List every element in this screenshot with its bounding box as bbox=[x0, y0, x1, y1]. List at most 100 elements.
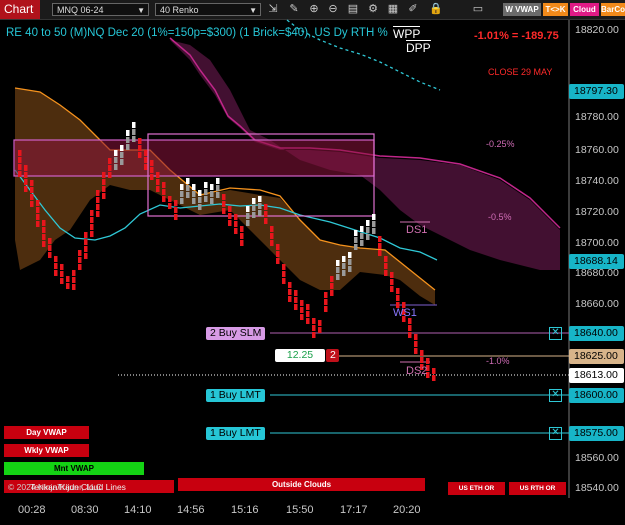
renko-brick bbox=[366, 234, 370, 240]
renko-brick bbox=[318, 320, 322, 326]
renko-brick bbox=[360, 226, 364, 232]
renko-brick bbox=[378, 243, 382, 249]
buy-slm-order[interactable]: 2 Buy SLM bbox=[206, 327, 266, 340]
renko-brick bbox=[96, 190, 100, 196]
renko-brick bbox=[42, 227, 46, 233]
position-qty[interactable]: 2 bbox=[326, 349, 339, 362]
mnt-vwap-button[interactable]: Mnt VWAP bbox=[4, 462, 144, 475]
buy-lmt-order-2[interactable]: 1 Buy LMT bbox=[206, 427, 265, 440]
renko-brick bbox=[102, 186, 106, 192]
renko-brick bbox=[90, 217, 94, 223]
renko-brick bbox=[342, 256, 346, 262]
renko-brick bbox=[42, 241, 46, 247]
percent-change: -1.01% = -189.75 bbox=[474, 30, 559, 42]
renko-brick bbox=[138, 145, 142, 151]
y-tick-label: 18760.00 bbox=[575, 144, 619, 156]
close-icon[interactable]: ✕ bbox=[549, 327, 562, 340]
renko-brick bbox=[222, 201, 226, 207]
renko-brick bbox=[354, 230, 358, 236]
renko-brick bbox=[60, 271, 64, 277]
renko-brick bbox=[78, 250, 82, 256]
renko-brick bbox=[372, 214, 376, 220]
renko-brick bbox=[312, 325, 316, 331]
renko-brick bbox=[258, 210, 262, 216]
dpp-label: DPP bbox=[406, 40, 431, 55]
y-tick-label: 18740.00 bbox=[575, 175, 619, 187]
renko-brick bbox=[132, 122, 136, 128]
renko-brick bbox=[60, 264, 64, 270]
renko-brick bbox=[138, 152, 142, 158]
buy-lmt-order-1[interactable]: 1 Buy LMT bbox=[206, 389, 265, 402]
renko-brick bbox=[360, 240, 364, 246]
renko-brick bbox=[108, 165, 112, 171]
x-tick-label: 20:20 bbox=[393, 504, 421, 516]
renko-brick bbox=[264, 218, 268, 224]
renko-brick bbox=[102, 179, 106, 185]
renko-brick bbox=[384, 270, 388, 276]
renko-brick bbox=[252, 212, 256, 218]
y-tick-label: 18720.00 bbox=[575, 206, 619, 218]
renko-brick bbox=[372, 221, 376, 227]
renko-brick bbox=[192, 198, 196, 204]
renko-brick bbox=[276, 258, 280, 264]
x-tick-label: 14:56 bbox=[177, 504, 205, 516]
renko-brick bbox=[282, 271, 286, 277]
renko-brick bbox=[210, 184, 214, 190]
renko-brick bbox=[90, 224, 94, 230]
close-icon[interactable]: ✕ bbox=[549, 389, 562, 402]
renko-brick bbox=[24, 179, 28, 185]
renko-brick bbox=[120, 152, 124, 158]
renko-brick bbox=[246, 220, 250, 226]
renko-brick bbox=[84, 239, 88, 245]
renko-brick bbox=[234, 221, 238, 227]
renko-brick bbox=[54, 256, 58, 262]
us-eth-or-button[interactable]: US ETH OR bbox=[448, 482, 505, 495]
price-chart[interactable] bbox=[0, 0, 625, 525]
renko-brick bbox=[96, 204, 100, 210]
renko-brick bbox=[150, 174, 154, 180]
renko-brick bbox=[198, 204, 202, 210]
renko-brick bbox=[132, 129, 136, 135]
renko-brick bbox=[24, 172, 28, 178]
renko-brick bbox=[312, 318, 316, 324]
renko-brick bbox=[300, 307, 304, 313]
renko-brick bbox=[330, 276, 334, 282]
renko-brick bbox=[192, 191, 196, 197]
renko-brick bbox=[198, 190, 202, 196]
renko-brick bbox=[378, 236, 382, 242]
day-vwap-button[interactable]: Day VWAP bbox=[4, 426, 89, 439]
position-price[interactable]: 12.25 bbox=[275, 349, 325, 362]
renko-brick bbox=[252, 205, 256, 211]
close-icon[interactable]: ✕ bbox=[549, 427, 562, 440]
renko-brick bbox=[174, 207, 178, 213]
price-tag-18575: 18575.00 bbox=[569, 426, 624, 441]
level-label-0.25: -0.25% bbox=[486, 139, 515, 149]
renko-brick bbox=[192, 184, 196, 190]
renko-brick bbox=[252, 198, 256, 204]
renko-brick bbox=[294, 304, 298, 310]
renko-brick bbox=[390, 279, 394, 285]
renko-brick bbox=[162, 182, 166, 188]
y-tick-label: 18780.00 bbox=[575, 111, 619, 123]
renko-brick bbox=[126, 144, 130, 150]
renko-brick bbox=[348, 266, 352, 272]
renko-brick bbox=[222, 194, 226, 200]
renko-brick bbox=[168, 203, 172, 209]
renko-brick bbox=[84, 253, 88, 259]
renko-brick bbox=[216, 185, 220, 191]
renko-brick bbox=[324, 299, 328, 305]
wkly-vwap-button[interactable]: Wkly VWAP bbox=[4, 444, 89, 457]
renko-brick bbox=[84, 232, 88, 238]
renko-brick bbox=[324, 292, 328, 298]
renko-brick bbox=[150, 167, 154, 173]
renko-brick bbox=[420, 357, 424, 363]
us-rth-or-button[interactable]: US RTH OR bbox=[509, 482, 566, 495]
renko-brick bbox=[144, 150, 148, 156]
renko-brick bbox=[102, 172, 106, 178]
renko-brick bbox=[30, 194, 34, 200]
outside-clouds-button[interactable]: Outside Clouds bbox=[178, 478, 425, 491]
renko-brick bbox=[72, 284, 76, 290]
renko-brick bbox=[42, 220, 46, 226]
renko-brick bbox=[258, 203, 262, 209]
renko-brick bbox=[324, 306, 328, 312]
